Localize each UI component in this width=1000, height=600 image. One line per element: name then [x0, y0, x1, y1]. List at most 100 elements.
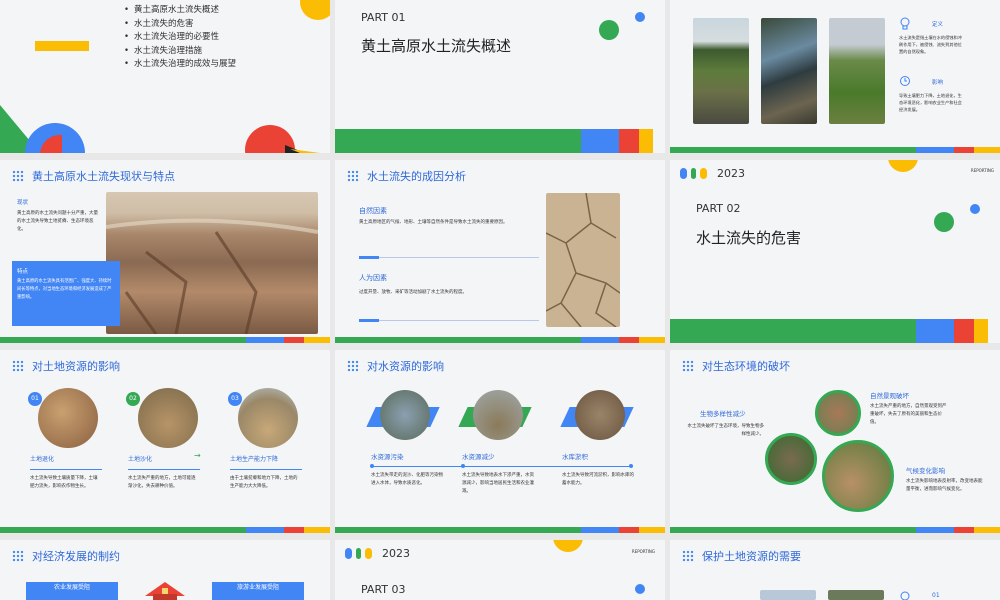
photo-dry-river — [473, 390, 523, 440]
item-label: 土地生产能力下降 — [230, 456, 279, 463]
slide-water-impact[interactable]: 对水资源的影响 水资源污染 水资源减少 水库淤积 水土流失带走的泥沙、化肥等污染… — [335, 350, 665, 533]
divider — [30, 469, 102, 470]
half-circle-decor — [553, 540, 583, 552]
definition-label: 定义 — [932, 22, 944, 28]
item-label: 土地退化 — [30, 456, 55, 463]
agriculture-box: 农业发展受阻 — [26, 582, 118, 600]
divider — [230, 469, 302, 470]
dots-icon — [347, 170, 359, 182]
photo-field — [828, 590, 884, 600]
landscape-label: 自然景观破坏 — [870, 392, 909, 400]
photo-desert-field — [138, 388, 198, 448]
item-text: 水土流失导致土壤质量下降，土壤肥力流失，影响农作物生长。 — [30, 476, 98, 489]
item-text: 水土流失导致地表水下渗严重，水资源减少，影响当地居民生活和农业灌溉。 — [462, 473, 534, 494]
slide-part03[interactable]: 2023 REPORTING PART 03 — [335, 540, 665, 600]
slide-economy-impact[interactable]: 对经济发展的制约 农业发展受阻 旅游业发展受阻 — [0, 540, 330, 600]
photo-field — [693, 18, 749, 124]
impact-label: 影响 — [932, 80, 944, 86]
photo-hill — [829, 18, 885, 124]
human-factor-label: 人为因素 — [359, 274, 387, 282]
part-label: PART 02 — [696, 202, 741, 215]
photo-loess — [106, 192, 318, 334]
human-factor-text: 过度开垦、放牧、采矿等活动加剧了水土流失的程度。 — [359, 290, 467, 295]
slide-toc[interactable]: 黄土高原水土流失概述 水土流失的危害 水土流失治理的必要性 水土流失治理措施 水… — [0, 0, 330, 153]
yellow-circle-decor — [300, 0, 330, 20]
dot-decor — [635, 584, 645, 594]
dots-icon — [682, 360, 694, 372]
toc-item: 黄土高原水土流失概述 — [124, 4, 236, 18]
dot-decor — [970, 204, 980, 214]
slide-part01[interactable]: PART 01 黄土高原水土流失概述 — [335, 0, 665, 153]
dot-decor — [934, 212, 954, 232]
photo-sky — [760, 590, 816, 600]
divider-accent — [359, 256, 379, 259]
biodiversity-label: 生物多样性减少 — [700, 410, 746, 418]
feature-box: 特点 黄土高原的水土流失具有范围广、强度大、持续时间长等特点，对当地生态环境和经… — [12, 261, 120, 326]
slide-title: 对生态环境的破坏 — [702, 360, 790, 373]
lightbulb-icon — [900, 591, 910, 600]
slide-title: 水土流失的成因分析 — [367, 170, 466, 183]
color-strip — [335, 337, 665, 343]
part-label: PART 01 — [361, 11, 406, 24]
item-text: 水土流失严重的地方，土地可能逐渐沙化，失去耕种价值。 — [128, 476, 196, 489]
slide-title: 保护土地资源的需要 — [702, 550, 801, 563]
slide-ecology-impact[interactable]: 对生态环境的破坏 生物多样性减少 水土流失破坏了生态环境，导致生物多样性减少。 … — [670, 350, 1000, 533]
slide-causes[interactable]: 水土流失的成因分析 自然因素 黄土高原地区的气候、地形、土壤等自然条件是导致水土… — [335, 160, 665, 343]
section-title: 黄土高原水土流失概述 — [361, 37, 512, 55]
definition-text: 水土流失是指土壤在水的侵蚀和冲刷作用下，被侵蚀、流失到其他位置的自然现象。 — [899, 35, 962, 54]
year-label: 2023 — [717, 167, 745, 180]
photo-waterfall — [765, 433, 817, 485]
natural-factor-text: 黄土高原地区的气候、地形、土壤等自然条件是导致水土流失的重要原因。 — [359, 220, 508, 225]
slide-definition[interactable]: 定义 水土流失是指土壤在水的侵蚀和冲刷作用下，被侵蚀、流失到其他位置的自然现象。… — [670, 0, 1000, 153]
divider — [128, 469, 200, 470]
lightbulb-icon — [900, 17, 910, 30]
toc-item: 水土流失的危害 — [124, 18, 236, 32]
toc-list: 黄土高原水土流失概述 水土流失的危害 水土流失治理的必要性 水土流失治理措施 水… — [124, 4, 236, 72]
item-text: 由于土壤贫瘠和地力下降，土地的生产能力大大降低。 — [230, 476, 298, 489]
timeline-dot — [629, 464, 633, 468]
arrow-right-icon: → — [194, 451, 201, 460]
item-label: 土地沙化 — [128, 456, 153, 463]
item-label: 水资源减少 — [462, 453, 495, 461]
climate-text: 水土流失影响地表反射率，改变地表能量平衡，进而影响气候变化。 — [906, 479, 983, 492]
item-text: 水土流失带走的泥沙、化肥等污染物进入水体，导致水质恶化。 — [371, 473, 443, 486]
photo-landscape-erosion — [815, 390, 861, 436]
color-strip — [670, 527, 1000, 533]
clock-icon — [900, 76, 910, 86]
biodiversity-text: 水土流失破坏了生态环境，导致生物多样性减少。 — [687, 424, 765, 437]
dots-icon — [12, 550, 24, 562]
part-label: PART 03 — [361, 583, 406, 596]
slide-part02[interactable]: 2023 REPORTING PART 02 水土流失的危害 — [670, 160, 1000, 343]
item-label: 水资源污染 — [371, 453, 404, 461]
slide-title: 对土地资源的影响 — [32, 360, 120, 373]
toc-item: 水土流失治理的必要性 — [124, 31, 236, 45]
item-text: 水土流失导致河流淤积，影响水库的蓄水能力。 — [562, 473, 634, 486]
dot-decor — [599, 20, 619, 40]
status-text: 黄土高原的水土流失问题十分严重，大量的水土流失导致土地贫瘠、生态环境恶化。 — [17, 211, 98, 232]
item-label: 水库淤积 — [562, 453, 588, 461]
status-label: 现状 — [17, 200, 29, 206]
photo-cracked-soil — [546, 193, 620, 327]
photo-gully-valley — [822, 440, 894, 512]
color-strip — [0, 337, 330, 343]
timeline-dot — [461, 464, 465, 468]
slide-status[interactable]: 黄土高原水土流失现状与特点 现状 黄土高原的水土流失问题十分严重，大量的水土流失… — [0, 160, 330, 343]
divider — [359, 320, 539, 321]
house-icon — [145, 582, 185, 600]
slide-title: 黄土高原水土流失现状与特点 — [32, 170, 175, 183]
divider — [359, 257, 539, 258]
feature-text: 黄土高原的水土流失具有范围广、强度大、持续时间长等特点，对当地生态环境和经济发展… — [17, 279, 112, 300]
slide-title: 对水资源的影响 — [367, 360, 444, 373]
corner-shapes-decor — [0, 105, 320, 153]
year-label: 2023 — [382, 547, 410, 560]
tourism-box: 旅游业发展受阻 — [212, 582, 304, 600]
dots-icon — [12, 170, 24, 182]
slide-land-impact[interactable]: 对土地资源的影响 01 土地退化 水土流失导致土壤质量下降，土壤肥力流失，影响农… — [0, 350, 330, 533]
brand-logo: 2023 — [345, 547, 410, 560]
slide-protect-land[interactable]: 保护土地资源的需要 01 — [670, 540, 1000, 600]
natural-factor-label: 自然因素 — [359, 207, 387, 215]
landscape-text: 水土流失严重的地方，自然景观受到严重破坏，失去了原有的美丽和生态价值。 — [870, 404, 947, 425]
color-strip — [0, 527, 330, 533]
timeline-line — [371, 466, 633, 467]
toc-item: 水土流失治理措施 — [124, 45, 236, 59]
